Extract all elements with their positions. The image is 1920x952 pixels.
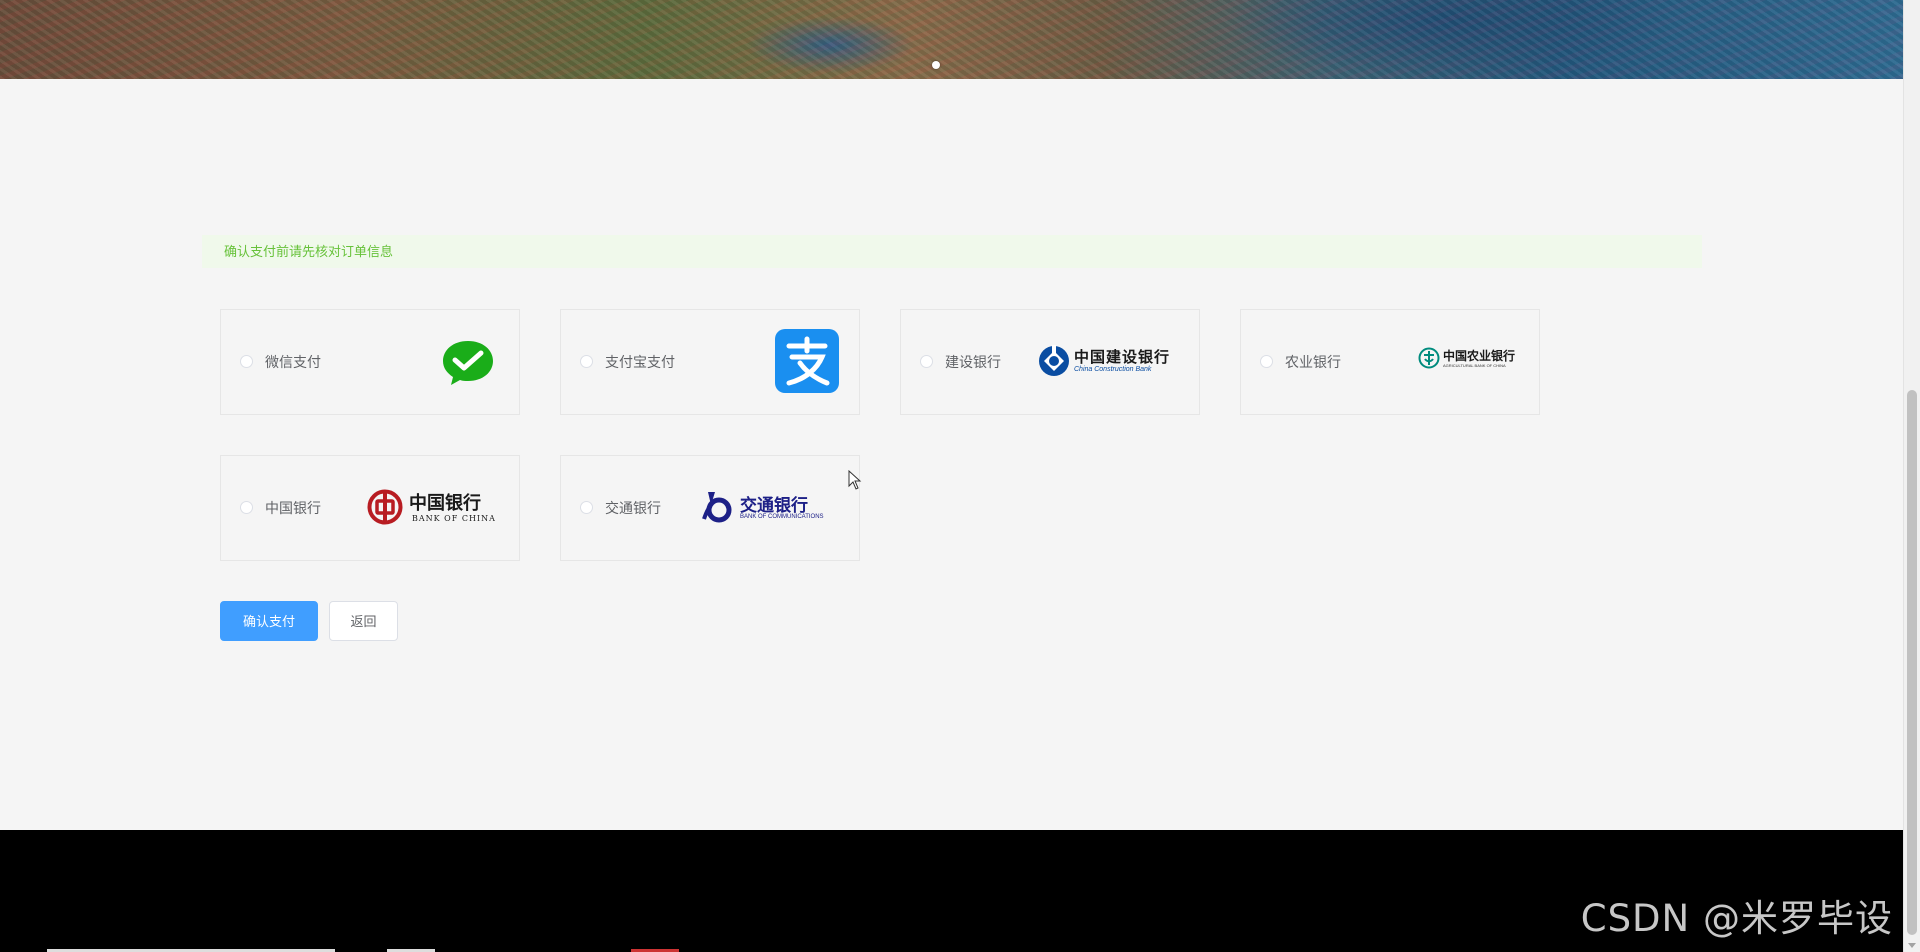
scrollbar-thumb[interactable]	[1907, 390, 1917, 935]
payment-option-alipay[interactable]: 支付宝支付	[560, 309, 860, 415]
payment-option-wechat[interactable]: 微信支付	[220, 309, 520, 415]
radio-button[interactable]	[580, 501, 593, 514]
abc-logo-text: 中国农业银行	[1443, 349, 1516, 363]
payment-option-ccb[interactable]: 建设银行 中国建设银行 China Construction Bank	[900, 309, 1200, 415]
bocom-logo-text: 交通银行	[740, 496, 808, 516]
back-button[interactable]: 返回	[329, 601, 398, 641]
ccb-logo: 中国建设银行 China Construction Bank	[1038, 345, 1183, 379]
boc-logo-subtext: BANK OF CHINA	[412, 514, 496, 523]
alipay-logo	[775, 329, 839, 393]
ccb-logo-subtext: China Construction Bank	[1074, 366, 1152, 373]
radio-button[interactable]	[1260, 355, 1273, 368]
page-scrollbar[interactable]	[1903, 0, 1920, 952]
radio-button[interactable]	[580, 355, 593, 368]
payment-option-boc[interactable]: 中国银行 中国银行 BANK OF CHINA	[220, 455, 520, 561]
payment-option-label: 建设银行	[945, 354, 1001, 370]
payment-option-label: 微信支付	[265, 354, 321, 370]
order-check-notice: 确认支付前请先核对订单信息	[202, 235, 1702, 268]
radio-button[interactable]	[240, 501, 253, 514]
bocom-emblem-icon	[702, 492, 732, 523]
abc-emblem-icon	[1418, 347, 1440, 369]
boc-logo-text: 中国银行	[409, 493, 481, 514]
payment-option-abc[interactable]: 农业银行 中国农业银行 AGRICULTURAL BANK OF CHINA	[1240, 309, 1540, 415]
csdn-watermark: CSDN @米罗毕设	[1580, 897, 1893, 940]
radio-button[interactable]	[240, 355, 253, 368]
carousel-indicator-dot[interactable]	[932, 61, 940, 69]
confirm-payment-button[interactable]: 确认支付	[220, 601, 318, 641]
payment-option-label: 农业银行	[1285, 354, 1341, 370]
wechat-pay-logo	[443, 341, 493, 385]
payment-option-bocom[interactable]: 交通银行 交通银行 BANK OF COMMUNICATIONS	[560, 455, 860, 561]
abc-logo: 中国农业银行 AGRICULTURAL BANK OF CHINA	[1418, 347, 1522, 371]
banner-carousel	[0, 0, 1903, 79]
ccb-emblem-icon	[1039, 345, 1069, 376]
mouse-cursor-icon	[848, 470, 862, 490]
abc-logo-subtext: AGRICULTURAL BANK OF CHINA	[1443, 363, 1506, 368]
payment-option-label: 支付宝支付	[605, 354, 675, 370]
boc-logo: 中国银行 BANK OF CHINA	[367, 489, 497, 529]
ccb-logo-text: 中国建设银行	[1074, 349, 1171, 366]
payment-option-label: 交通银行	[605, 500, 661, 516]
page-footer: CSDN @米罗毕设	[0, 830, 1903, 952]
bocom-logo: 交通银行 BANK OF COMMUNICATIONS	[702, 489, 847, 529]
boc-emblem-icon	[367, 489, 403, 525]
banner-image	[0, 0, 1903, 79]
scroll-down-arrow-icon[interactable]	[1908, 943, 1916, 948]
radio-button[interactable]	[920, 355, 933, 368]
payment-option-label: 中国银行	[265, 500, 321, 516]
bocom-logo-subtext: BANK OF COMMUNICATIONS	[740, 514, 824, 520]
